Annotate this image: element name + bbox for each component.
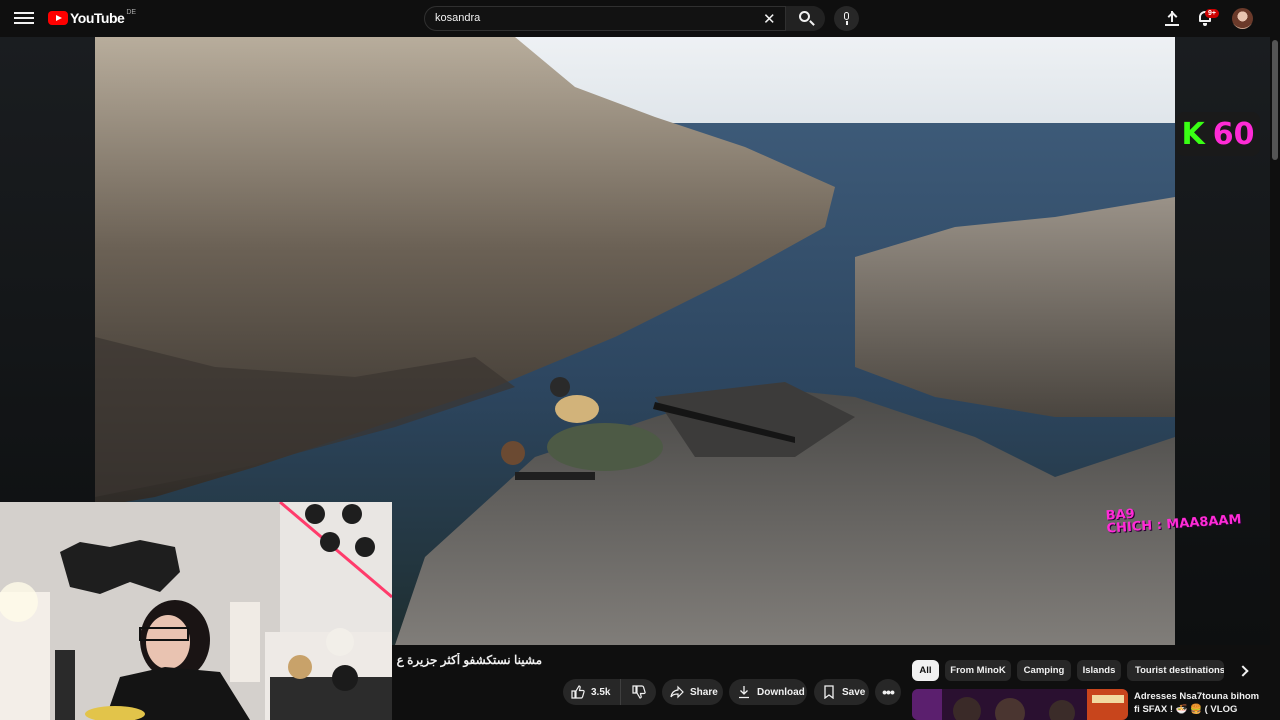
- download-button[interactable]: Download: [729, 679, 807, 705]
- notification-count-badge: 9+: [1205, 9, 1219, 18]
- more-icon: •••: [882, 684, 895, 700]
- overlay-number: 60: [1212, 116, 1255, 152]
- thumbs-up-icon: [571, 685, 585, 699]
- download-label: Download: [757, 686, 805, 698]
- create-upload-icon[interactable]: [1164, 10, 1180, 26]
- recommendation-title[interactable]: Adresses Nsa7touna bihom fi SFAX ! 🍜 🍔 (…: [1134, 690, 1260, 720]
- search-input[interactable]: kosandra: [435, 12, 480, 24]
- search-box: kosandra ✕: [424, 6, 825, 31]
- video-title: مشينا نستكشفو أكثر جزيرة ع 😱: [392, 653, 542, 667]
- search-button[interactable]: [785, 6, 825, 31]
- more-actions-button[interactable]: •••: [875, 679, 901, 705]
- chip-all[interactable]: All: [912, 660, 939, 681]
- share-button[interactable]: Share: [662, 679, 723, 705]
- dislike-button[interactable]: [621, 679, 656, 705]
- bookmark-icon: [824, 685, 834, 699]
- like-dislike-group: 3.5k: [563, 679, 656, 705]
- youtube-play-icon: [48, 11, 68, 25]
- recommendation-thumbnail[interactable]: [912, 689, 1128, 720]
- chip-from-minok[interactable]: From MinoK: [945, 660, 1011, 681]
- chip-camping[interactable]: Camping: [1017, 660, 1071, 681]
- webcam-overlay: [0, 502, 392, 720]
- save-button[interactable]: Save: [814, 679, 869, 705]
- voice-search-button[interactable]: [834, 6, 859, 31]
- save-label: Save: [842, 686, 866, 698]
- like-button[interactable]: 3.5k: [563, 679, 621, 705]
- overlay-letter: K: [1181, 116, 1205, 152]
- chip-islands[interactable]: Islands: [1077, 660, 1121, 681]
- youtube-logo[interactable]: YouTube DE: [48, 8, 137, 26]
- account-avatar[interactable]: [1232, 8, 1253, 29]
- logo-region: DE: [126, 8, 137, 16]
- share-icon: [670, 685, 684, 699]
- chevron-right-icon[interactable]: [1236, 662, 1254, 680]
- share-label: Share: [690, 686, 718, 698]
- menu-icon[interactable]: [14, 9, 34, 27]
- like-count: 3.5k: [591, 686, 611, 698]
- logo-text: YouTube: [70, 10, 125, 26]
- webcam-frame: [0, 502, 392, 720]
- stream-counter-overlay: K 60: [1176, 112, 1260, 156]
- chip-tourist-destinations[interactable]: Tourist destinations: [1127, 660, 1224, 681]
- search-icon: [799, 11, 810, 22]
- thumbs-down-icon: [631, 685, 646, 699]
- microphone-icon: [844, 12, 849, 20]
- download-icon: [739, 686, 749, 699]
- masthead: YouTube DE kosandra ✕ 9+: [0, 0, 1280, 37]
- close-icon[interactable]: ✕: [763, 10, 776, 28]
- recommendation-thumbnail-image: [912, 689, 1128, 720]
- scrollbar-thumb[interactable]: [1272, 40, 1278, 160]
